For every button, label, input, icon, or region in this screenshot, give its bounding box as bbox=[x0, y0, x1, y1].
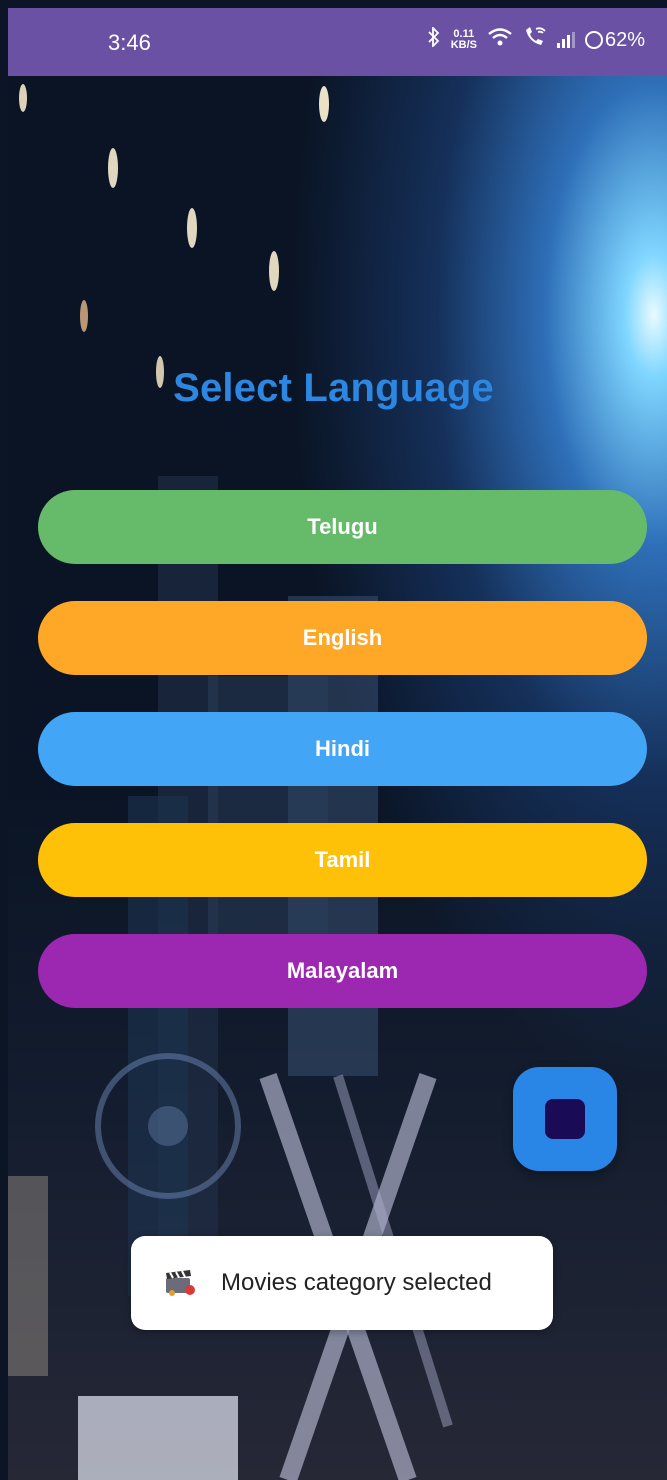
language-button-hindi[interactable]: Hindi bbox=[38, 712, 647, 786]
bluetooth-icon bbox=[427, 25, 441, 53]
battery-icon bbox=[584, 31, 603, 49]
stop-icon bbox=[545, 1099, 585, 1139]
status-time: 3:46 bbox=[108, 30, 151, 55]
status-icons: 0.11 KB/S 62% bbox=[427, 25, 645, 54]
toast-message: Movies category selected bbox=[131, 1236, 553, 1330]
language-button-malayalam[interactable]: Malayalam bbox=[38, 934, 647, 1008]
stop-button[interactable] bbox=[513, 1067, 617, 1171]
language-button-tamil[interactable]: Tamil bbox=[38, 823, 647, 897]
toast-text: Movies category selected bbox=[221, 1269, 492, 1296]
movie-clapper-icon bbox=[166, 1270, 195, 1296]
wifi-calling-icon bbox=[523, 26, 547, 54]
cell-signal-icon bbox=[556, 32, 575, 48]
battery-indicator: 62% bbox=[584, 28, 645, 52]
wifi-icon bbox=[487, 27, 513, 53]
language-button-english[interactable]: English bbox=[38, 601, 647, 675]
status-bar: 3:46 0.11 KB/S 62% bbox=[8, 8, 667, 76]
page-title: Select Language bbox=[173, 366, 494, 410]
network-speed: 0.11 KB/S bbox=[451, 29, 477, 51]
language-button-telugu[interactable]: Telugu bbox=[38, 490, 647, 564]
network-speed-unit: KB/S bbox=[450, 39, 477, 51]
battery-percent: 62% bbox=[604, 28, 645, 51]
